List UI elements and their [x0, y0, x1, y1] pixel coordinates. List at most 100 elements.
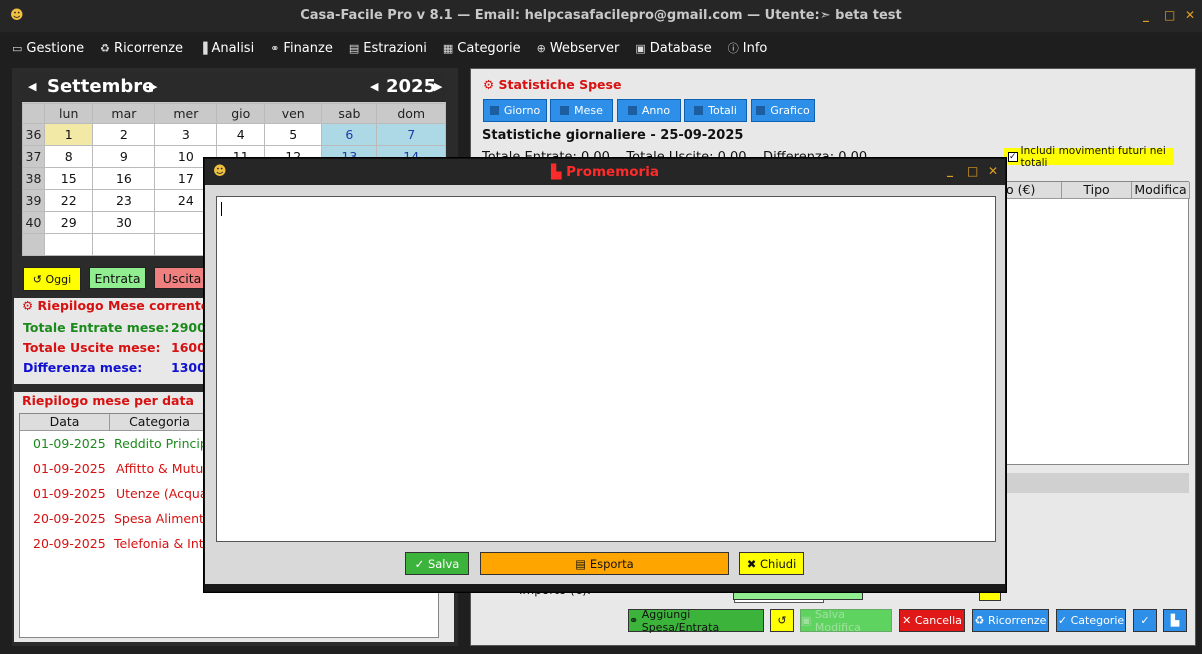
tab-label: Totali — [708, 104, 737, 117]
weekday-label: dom — [376, 103, 446, 124]
recycle-icon: ♻ — [974, 614, 985, 627]
calendar-day[interactable]: 4 — [216, 123, 266, 146]
menu-label: Analisi — [211, 40, 255, 56]
tab-mese[interactable]: Mese — [550, 99, 613, 122]
statistics-title: ⚙ Statistiche Spese — [481, 77, 624, 92]
column-header[interactable]: o (€) — [1006, 182, 1062, 199]
calendar-day[interactable]: 6 — [321, 123, 378, 146]
button-label: Categorie — [1070, 614, 1125, 627]
tab-label: Giorno — [503, 104, 541, 117]
menu-webserver[interactable]: ⊕ Webserver — [537, 41, 620, 56]
calendar-day[interactable]: 30 — [92, 211, 156, 234]
row-category[interactable]: Spesa Alimenta — [114, 511, 212, 526]
include-future-checkbox[interactable]: ✓ Includi movimenti futuri nei totali — [1004, 145, 1174, 169]
close-button[interactable]: ✕ — [1185, 8, 1195, 22]
menu-analisi[interactable]: ▐ Analisi — [199, 41, 254, 56]
prev-month-arrow-icon[interactable]: ◀ — [28, 80, 36, 93]
uscita-button[interactable]: Uscita — [154, 267, 210, 289]
week-number: 39 — [22, 189, 45, 212]
dialog-minimize-button[interactable]: _ — [947, 163, 953, 177]
memo-textarea[interactable] — [216, 196, 996, 542]
next-year-arrow-icon[interactable]: ▶ — [434, 80, 442, 93]
total-expense-label: Totale Uscite mese: — [23, 340, 161, 355]
tab-anno[interactable]: Anno — [617, 99, 681, 122]
confirm-button[interactable]: ✓ — [1133, 609, 1157, 632]
row-date[interactable]: 01-09-2025 — [33, 461, 106, 476]
calendar-icon — [627, 106, 637, 115]
row-category[interactable]: Reddito Principa — [114, 436, 215, 451]
oggi-button[interactable]: ↺ Oggi — [23, 267, 81, 291]
bar-chart-icon: ▐ — [199, 41, 208, 55]
tab-totali[interactable]: Totali — [684, 99, 747, 122]
calendar-day[interactable]: 16 — [92, 167, 156, 190]
menu-database[interactable]: ▣ Database — [635, 41, 711, 56]
calendar-day[interactable]: 3 — [154, 123, 218, 146]
tab-label: Anno — [641, 104, 671, 117]
calendar-day[interactable]: 2 — [92, 123, 156, 146]
dialog-maximize-button[interactable]: □ — [967, 164, 978, 178]
tab-giorno[interactable]: Giorno — [483, 99, 547, 122]
difference-label: Differenza mese: — [23, 360, 143, 375]
row-category[interactable]: Affitto & Mutuo — [116, 461, 211, 476]
calendar-day[interactable]: 22 — [43, 189, 94, 212]
menu-label: Ricorrenze — [114, 40, 184, 56]
calendar-icon — [489, 106, 499, 115]
card-icon: ▭ — [12, 41, 23, 55]
refresh-button[interactable]: ↺ — [770, 609, 794, 632]
column-header[interactable]: Tipo — [1062, 182, 1132, 199]
esporta-button[interactable]: ▤ Esporta — [480, 552, 729, 575]
column-header[interactable]: Data — [20, 414, 110, 431]
save-edit-button[interactable]: ▣ Salva Modifica — [800, 608, 892, 634]
row-date[interactable]: 20-09-2025 — [33, 536, 106, 551]
row-category[interactable]: Utenze (Acqua — [116, 486, 208, 501]
include-future-label: Includi movimenti futuri nei totali — [1020, 144, 1166, 169]
week-number — [22, 233, 45, 256]
row-date[interactable]: 01-09-2025 — [33, 436, 106, 451]
maximize-button[interactable]: □ — [1164, 8, 1175, 22]
delete-button[interactable]: ✕ Cancella — [899, 609, 965, 632]
monthly-summary-panel: ⚙ Riepilogo Mese corrente Totale Entrate… — [14, 298, 220, 384]
prev-year-arrow-icon[interactable]: ◀ — [370, 80, 378, 93]
menu-gestione[interactable]: ▭ Gestione — [12, 41, 84, 56]
calendar-day[interactable]: 8 — [43, 145, 94, 168]
column-header[interactable]: Modifica — [1132, 182, 1190, 199]
total-income-label: Totale Entrate mese: — [23, 320, 170, 335]
menu-categorie[interactable]: ▦ Categorie — [443, 41, 521, 56]
calendar-day[interactable]: 1 — [43, 123, 94, 146]
row-category[interactable]: Telefonia & Inte — [114, 536, 211, 551]
calendar-day[interactable]: 9 — [92, 145, 156, 168]
salva-button[interactable]: ✓ Salva — [405, 552, 469, 575]
calendar-day — [43, 233, 94, 256]
add-transaction-button[interactable]: ⚭ Aggiungi Spesa/Entrata — [628, 608, 764, 634]
tab-grafico[interactable]: Grafico — [751, 99, 815, 122]
recurrences-button[interactable]: ♻ Ricorrenze — [972, 609, 1049, 632]
calendar-day[interactable]: 7 — [376, 123, 446, 146]
menu-label: Finanze — [283, 40, 333, 56]
globe-icon: ⊕ — [536, 41, 546, 55]
categories-button[interactable]: ✓ Categorie — [1056, 609, 1126, 632]
calendar-day[interactable]: 5 — [264, 123, 323, 146]
entrata-button[interactable]: Entrata — [89, 267, 146, 289]
calendar-year: 2025 — [386, 76, 437, 97]
column-header[interactable]: Categoria — [110, 414, 210, 431]
calendar-day[interactable]: 29 — [43, 211, 94, 234]
calendar-day[interactable]: 23 — [92, 189, 156, 212]
menu-info[interactable]: ⓘ Info — [728, 40, 768, 56]
pdf-export-button[interactable]: ▙ — [1163, 609, 1187, 632]
row-date[interactable]: 01-09-2025 — [33, 486, 106, 501]
row-date[interactable]: 20-09-2025 — [33, 511, 106, 526]
weekday-label: mer — [154, 103, 218, 124]
tab-label: Grafico — [770, 104, 810, 117]
tab-label: Mese — [574, 104, 603, 117]
menu-finanze[interactable]: ⚭ Finanze — [270, 41, 333, 56]
money-icon: ⚭ — [270, 41, 280, 55]
dialog-close-button[interactable]: ✕ — [988, 164, 998, 178]
menu-estrazioni[interactable]: ▤ Estrazioni — [349, 41, 427, 56]
week-number: 37 — [22, 145, 45, 168]
chiudi-button[interactable]: ✖ Chiudi — [739, 552, 804, 575]
save-disk-icon: ▣ — [801, 614, 812, 627]
calendar-day[interactable]: 15 — [43, 167, 94, 190]
next-month-arrow-icon[interactable]: ▶ — [149, 80, 157, 93]
minimize-button[interactable]: _ — [1143, 8, 1149, 22]
menu-ricorrenze[interactable]: ♻ Ricorrenze — [100, 41, 183, 56]
